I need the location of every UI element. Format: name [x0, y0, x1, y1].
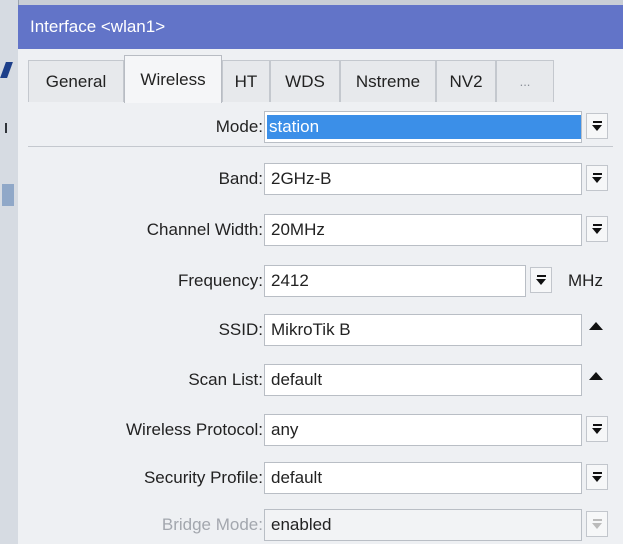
dropdown-arrow-icon [592, 173, 602, 183]
mode-dropdown-button[interactable] [586, 113, 608, 139]
bridge-mode-row: Bridge Mode: enabled [18, 507, 623, 543]
mode-row: Mode: station [18, 109, 623, 145]
tab-nstreme[interactable]: Nstreme [340, 60, 436, 102]
security-profile-row: Security Profile: default [18, 460, 623, 496]
collapse-arrow-icon[interactable] [589, 372, 603, 380]
band-select[interactable]: 2GHz-B [264, 163, 582, 195]
mode-select[interactable]: station [264, 111, 582, 143]
channel-width-row: Channel Width: 20MHz [18, 212, 623, 248]
channel-width-label: Channel Width: [146, 220, 263, 239]
band-label: Band: [218, 169, 263, 188]
ssid-row: SSID: MikroTik B [18, 312, 623, 348]
tab-wireless[interactable]: Wireless [124, 55, 222, 103]
tab-more[interactable]: ... [496, 60, 554, 102]
background-glyph [0, 62, 13, 78]
security-profile-dropdown-button[interactable] [586, 464, 608, 490]
dropdown-arrow-icon [592, 424, 602, 434]
dropdown-arrow-icon [592, 121, 602, 131]
wireless-protocol-label: Wireless Protocol: [126, 420, 263, 439]
background-selection-fragment [2, 184, 14, 206]
bridge-mode-select: enabled [264, 509, 582, 541]
tab-nv2[interactable]: NV2 [436, 60, 496, 102]
window-title[interactable]: Interface <wlan1> [18, 5, 623, 49]
bridge-mode-label: Bridge Mode: [161, 515, 263, 534]
interface-dialog: Interface <wlan1> General Wireless HT WD… [18, 5, 623, 544]
frequency-row: Frequency: 2412 MHz [18, 263, 623, 299]
collapse-arrow-icon[interactable] [589, 322, 603, 330]
frequency-label: Frequency: [177, 271, 263, 290]
channel-width-dropdown-button[interactable] [586, 216, 608, 242]
bridge-mode-dropdown-button [586, 511, 608, 537]
frequency-unit: MHz [568, 271, 603, 290]
band-row: Band: 2GHz-B [18, 161, 623, 197]
background-glyph [5, 123, 7, 133]
ssid-label: SSID: [218, 320, 263, 339]
channel-width-select[interactable]: 20MHz [264, 214, 582, 246]
scan-list-input[interactable]: default [264, 364, 582, 396]
mode-value: station [267, 115, 581, 139]
dropdown-arrow-icon [536, 275, 546, 285]
dropdown-arrow-icon [592, 224, 602, 234]
security-profile-select[interactable]: default [264, 462, 582, 494]
wireless-protocol-select[interactable]: any [264, 414, 582, 446]
frequency-dropdown-button[interactable] [530, 267, 552, 293]
wireless-protocol-dropdown-button[interactable] [586, 416, 608, 442]
scan-list-row: Scan List: default [18, 362, 623, 398]
tab-ht[interactable]: HT [222, 60, 270, 102]
ssid-input[interactable]: MikroTik B [264, 314, 582, 346]
tab-wds[interactable]: WDS [270, 60, 340, 102]
tab-general[interactable]: General [28, 60, 124, 102]
band-dropdown-button[interactable] [586, 165, 608, 191]
background-window-edge [0, 0, 19, 544]
security-profile-label: Security Profile: [143, 468, 263, 487]
tab-divider [28, 146, 613, 147]
mode-label: Mode: [215, 117, 263, 136]
dropdown-arrow-icon [592, 519, 602, 529]
wireless-protocol-row: Wireless Protocol: any [18, 412, 623, 448]
tab-bar: General Wireless HT WDS Nstreme NV2 ... [18, 49, 623, 147]
frequency-select[interactable]: 2412 [264, 265, 526, 297]
dropdown-arrow-icon [592, 472, 602, 482]
scan-list-label: Scan List: [188, 370, 263, 389]
